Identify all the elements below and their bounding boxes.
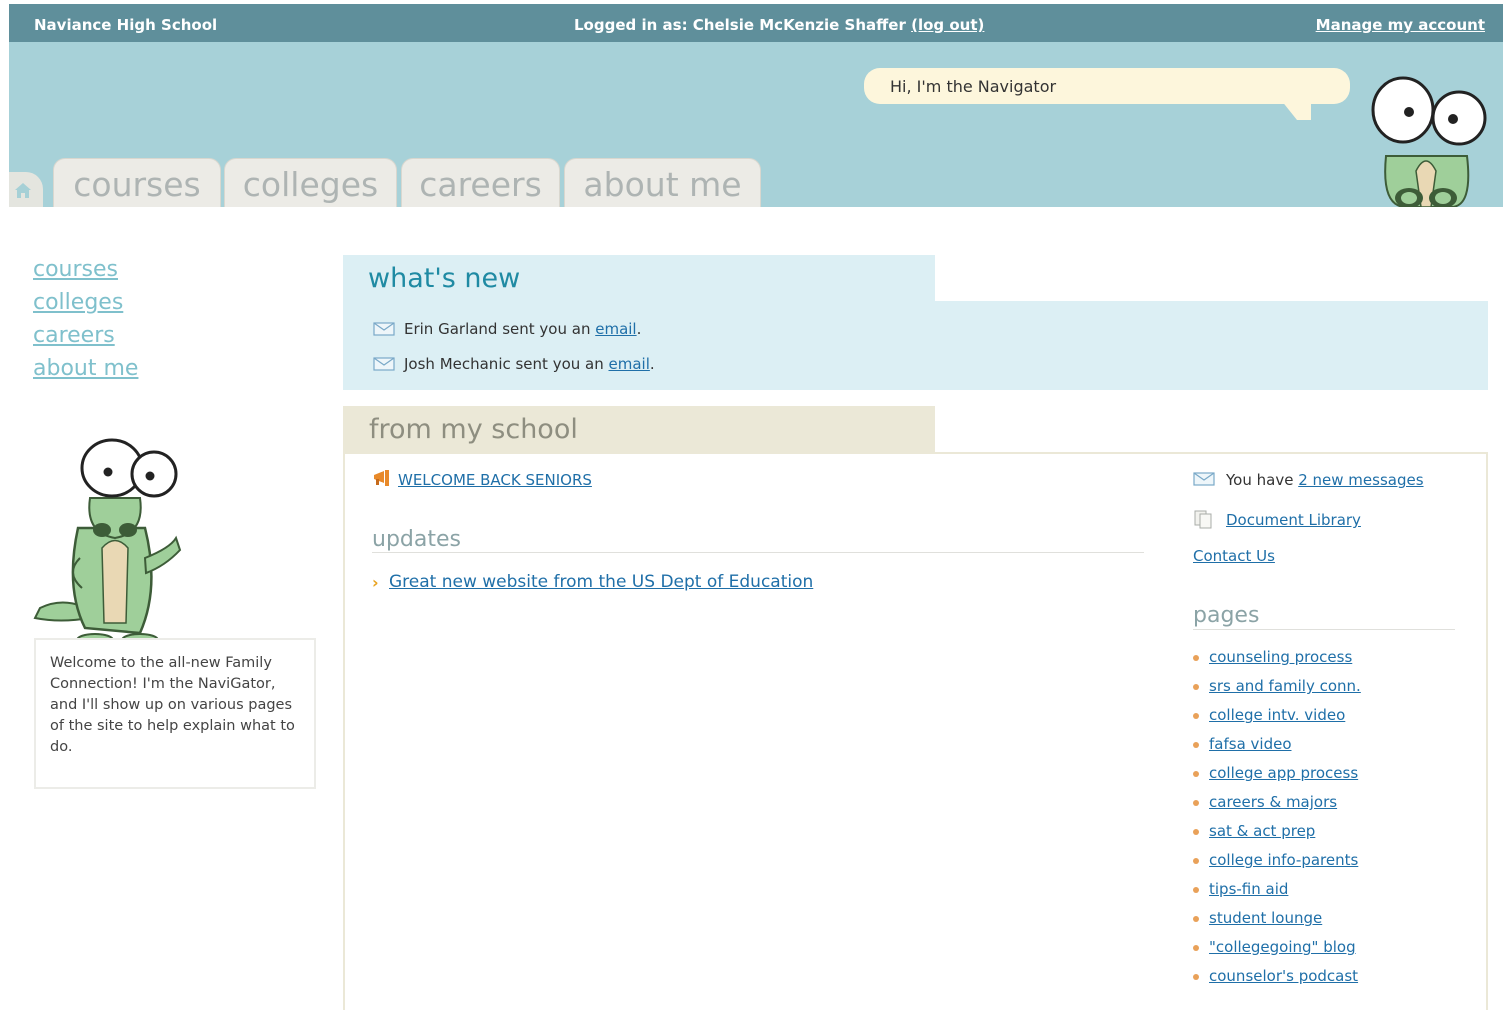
message-suffix: . [649,355,655,373]
navigator-mascot-icon [1371,76,1487,207]
welcome-back-seniors-link[interactable]: WELCOME BACK SENIORS [398,471,592,489]
top-bar: Naviance High School Logged in as: Chels… [9,4,1503,42]
left-nav-courses[interactable]: courses [33,253,138,286]
envelope-icon [1193,472,1215,486]
bullet-icon [1193,713,1199,719]
speech-bubble-tail [1281,100,1311,120]
left-nav-careers[interactable]: careers [33,319,138,352]
navigator-mascot-full-icon [33,438,182,647]
messages-prefix: You have [1226,471,1299,489]
page-link[interactable]: college intv. video [1209,706,1345,724]
message-text: Erin Garland sent you an [404,320,596,338]
header-banner: Hi, I'm the Navigator courses colleges c… [9,42,1503,207]
bullet-icon [1193,655,1199,661]
school-name: Naviance High School [34,16,218,34]
tab-careers[interactable]: careers [401,158,560,207]
left-nav-colleges[interactable]: colleges [33,286,138,319]
document-library-link[interactable]: Document Library [1226,511,1361,529]
updates-heading: updates [372,527,461,552]
email-link[interactable]: email [609,355,650,373]
page-link[interactable]: careers & majors [1209,793,1337,811]
envelope-icon [373,322,395,336]
envelope-icon [373,357,395,371]
whats-new-panel: Erin Garland sent you an email. Josh Mec… [343,301,1488,390]
page-link[interactable]: tips-fin aid [1209,880,1288,898]
bullet-icon [1193,858,1199,864]
message-suffix: . [636,320,642,338]
page-link[interactable]: student lounge [1209,909,1322,927]
bullet-icon [1193,684,1199,690]
navigator-speech-bubble: Hi, I'm the Navigator [864,68,1350,104]
page-link[interactable]: srs and family conn. [1209,677,1361,695]
bullet-icon [1193,887,1199,893]
navigator-greeting: Hi, I'm the Navigator [890,77,1057,96]
bullet-icon [1193,800,1199,806]
page-link[interactable]: counseling process [1209,648,1352,666]
contact-us-link[interactable]: Contact Us [1193,547,1275,565]
page-link[interactable]: "collegegoing" blog [1209,938,1356,956]
logged-in-status: Logged in as: Chelsie McKenzie Shaffer (… [574,16,984,34]
from-my-school-title: from my school [369,414,578,445]
chevron-right-icon: › [372,573,379,592]
bullet-icon [1193,945,1199,951]
home-tab[interactable] [9,172,43,207]
email-link[interactable]: email [595,320,636,338]
new-messages-link[interactable]: 2 new messages [1298,471,1423,489]
logout-link[interactable]: (log out) [911,16,984,34]
whats-new-header: what's new [343,255,935,302]
logged-in-label: Logged in as: Chelsie McKenzie Shaffer [574,16,912,34]
from-my-school-header: from my school [343,406,935,453]
page-link[interactable]: college info-parents [1209,851,1358,869]
bullet-icon [1193,742,1199,748]
left-nav-about-me[interactable]: about me [33,352,138,385]
manage-account-link[interactable]: Manage my account [1316,16,1485,34]
announcement-megaphone-icon [374,470,389,486]
updates-divider [372,552,1144,553]
page-link[interactable]: sat & act prep [1209,822,1315,840]
update-link[interactable]: Great new website from the US Dept of Ed… [389,572,813,592]
bullet-icon [1193,916,1199,922]
pages-divider [1193,629,1455,630]
bullet-icon [1193,974,1199,980]
left-navigation: courses colleges careers about me [33,253,138,385]
page-link[interactable]: fafsa video [1209,735,1292,753]
whats-new-title: what's new [368,263,521,294]
documents-icon [1194,510,1212,529]
tab-about-me[interactable]: about me [564,158,761,207]
tab-courses[interactable]: courses [53,158,221,207]
page-link[interactable]: counselor's podcast [1209,967,1358,985]
tab-colleges[interactable]: colleges [224,158,397,207]
page-link[interactable]: college app process [1209,764,1358,782]
bullet-icon [1193,771,1199,777]
pages-heading: pages [1193,603,1260,628]
navigator-welcome-box: Welcome to the all-new Family Connection… [34,638,316,789]
bullet-icon [1193,829,1199,835]
home-icon [15,183,31,198]
message-text: Josh Mechanic sent you an [404,355,609,373]
navigator-welcome-text: Welcome to the all-new Family Connection… [50,655,295,755]
